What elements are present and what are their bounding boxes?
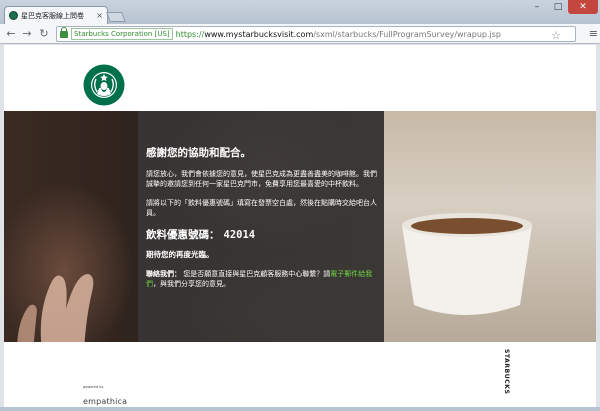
hero-banner: 感謝您的協助和配合。 請您放心，我們會依據您的意見，使星巴克成為更盡善盡美的咖啡… — [4, 111, 596, 342]
contact-us: 聯絡我們： 您是否願意直接與星巴克顧客服務中心聯繫？請電子郵件給我們，與我們分享… — [146, 269, 378, 289]
offer-code-value: 42014 — [223, 229, 256, 241]
empathica-logo: empathica — [83, 397, 128, 406]
url-text[interactable]: https://www.mystarbucksvisit.com/sxml/st… — [176, 30, 501, 39]
new-tab-button[interactable] — [106, 12, 126, 22]
contact-text-before: 您是否願意直接與星巴克顧客服務中心聯繫？請 — [183, 270, 331, 278]
address-bar[interactable]: Starbucks Corporation [US] https://www.m… — [56, 26, 576, 42]
hand-photo — [17, 274, 94, 342]
contact-text-after: ，與我們分享您的意見。 — [153, 280, 230, 288]
starbucks-wordmark: STARBUCKS — [501, 349, 511, 401]
instruction-paragraph: 請將以下的「飲料優惠號碼」填寫在發票空白處，然後在點購時交給吧台人員。 — [146, 199, 377, 217]
browser-menu-icon[interactable]: ≡ — [589, 27, 598, 40]
back-button[interactable]: ← — [4, 27, 18, 41]
window-controls: – □ ✕ — [526, 0, 598, 16]
browser-tab[interactable]: 星巴克客服線上問卷 × — [4, 6, 108, 24]
powered-by-empathica: powered by empathica — [83, 385, 127, 408]
starbucks-siren-logo[interactable] — [83, 64, 125, 106]
page-content: 感謝您的協助和配合。 請您放心，我們會依據您的意見，使星巴克成為更盡善盡美的咖啡… — [4, 45, 596, 407]
offer-code-line: 飲料優惠號碼： 42014 — [146, 227, 378, 242]
powered-by-text: powered by — [83, 385, 104, 389]
url-scheme: https:// — [175, 29, 205, 39]
reload-button[interactable]: ↻ — [37, 27, 51, 41]
forward-button[interactable]: → — [20, 27, 34, 41]
coffee-cup-photo — [402, 213, 532, 315]
farewell-text: 期待您的再度光臨。 — [146, 250, 214, 259]
offer-code-label: 飲料優惠號碼： — [146, 229, 220, 241]
starbucks-favicon-icon — [9, 11, 18, 20]
minimize-button[interactable]: – — [526, 0, 548, 14]
browser-toolbar: ← → ↻ Starbucks Corporation [US] https:/… — [0, 24, 600, 44]
window-bottom-border — [0, 407, 600, 411]
ev-certificate-badge[interactable]: Starbucks Corporation [US] — [71, 28, 173, 40]
maximize-button[interactable]: □ — [548, 0, 568, 14]
tab-title: 星巴克客服線上問卷 — [21, 11, 84, 20]
tab-close-icon[interactable]: × — [96, 11, 103, 20]
close-window-button[interactable]: ✕ — [568, 0, 598, 14]
lock-icon — [60, 26, 68, 38]
thank-you-message: 感謝您的協助和配合。 請您放心，我們會依據您的意見，使星巴克成為更盡善盡美的咖啡… — [146, 145, 378, 289]
bookmark-star-icon[interactable]: ☆ — [551, 29, 561, 42]
assurance-paragraph: 請您放心，我們會依據您的意見，使星巴克成為更盡善盡美的咖啡館。我們誠摯的邀請您到… — [146, 170, 377, 188]
url-path: /sxml/starbucks/FullProgramSurvey/wrapup… — [313, 29, 502, 39]
tab-strip: 星巴克客服線上問卷 × – □ ✕ — [0, 0, 600, 24]
starbucks-wordmark-text: STARBUCKS — [503, 349, 510, 395]
url-host: www.mystarbucksvisit.com — [204, 29, 314, 39]
thanks-heading: 感謝您的協助和配合。 — [146, 147, 251, 159]
contact-label: 聯絡我們： — [146, 270, 181, 278]
